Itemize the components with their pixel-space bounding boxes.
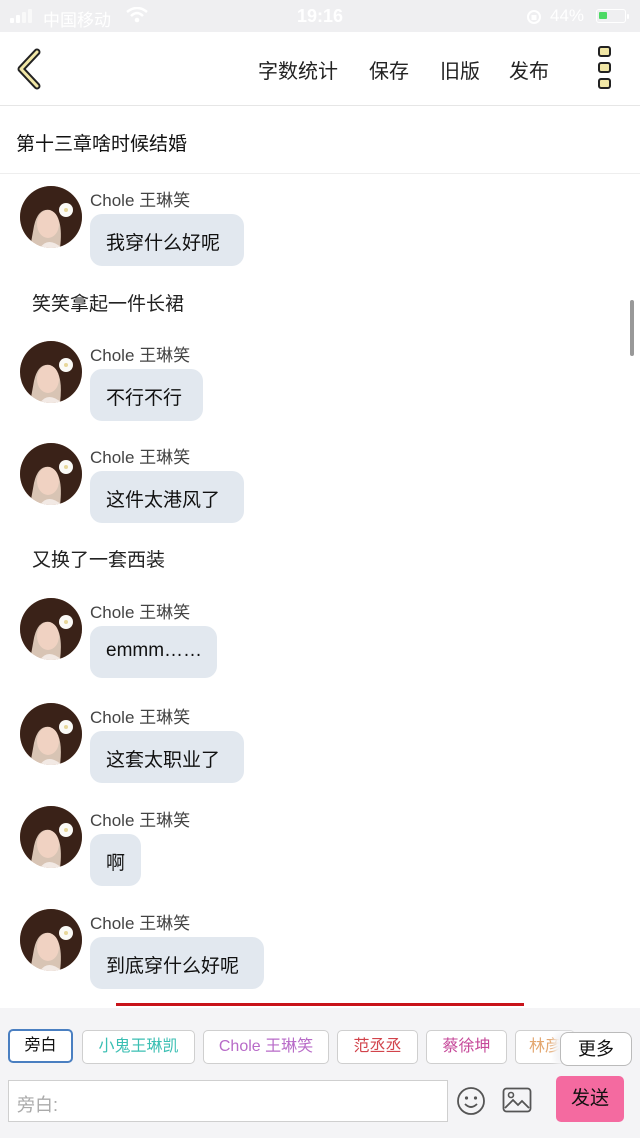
composer-panel: 旁白 小鬼王琳凯 Chole 王琳笑 范丞丞 蔡徐坤 林彦 更多 旁白: 发送 [0,1008,640,1138]
avatar[interactable] [20,186,82,248]
back-icon[interactable] [14,48,44,90]
sender-name: Chole 王琳笑 [90,191,191,210]
sender-name: Chole 王琳笑 [90,346,191,365]
old-version-button[interactable]: 旧版 [440,55,480,84]
send-button[interactable]: 发送 [556,1076,624,1122]
message-bubble[interactable]: emmm…… [90,626,217,678]
chapter-title: 第十三章啥时候结婚 [16,134,188,155]
divider-line [116,1003,524,1006]
sender-name: Chole 王琳笑 [90,914,191,933]
image-icon[interactable] [502,1087,532,1113]
save-button[interactable]: 保存 [369,55,409,84]
status-bar: 中国移动 19:16 44% [0,0,640,32]
word-count-button[interactable]: 字数统计 [258,55,338,84]
publish-button[interactable]: 发布 [509,55,549,84]
avatar[interactable] [20,598,82,660]
sender-name: Chole 王琳笑 [90,603,191,622]
avatar[interactable] [20,909,82,971]
message-bubble[interactable]: 啊 [90,834,141,886]
more-roles-button[interactable]: 更多 [560,1032,632,1066]
role-chip[interactable]: Chole 王琳笑 [203,1030,329,1064]
message-bubble[interactable]: 这套太职业了 [90,731,244,783]
message-bubble[interactable]: 不行不行 [90,369,203,421]
message-bubble[interactable]: 这件太港风了 [90,471,244,523]
role-chip[interactable]: 范丞丞 [337,1030,418,1064]
battery-icon [596,9,629,23]
sender-name: Chole 王琳笑 [90,811,191,830]
role-chip[interactable]: 旁白 [8,1029,73,1063]
avatar[interactable] [20,703,82,765]
sender-name: Chole 王琳笑 [90,448,191,467]
message-bubble[interactable]: 到底穿什么好呢 [90,937,264,989]
emoji-icon[interactable] [456,1086,486,1116]
narration-text: 笑笑拿起一件长裙 [32,294,185,315]
avatar[interactable] [20,341,82,403]
chapter-title-bar[interactable]: 第十三章啥时候结婚 [0,106,640,174]
rotation-lock-icon [527,10,541,24]
narration-text: 又换了一套西装 [32,550,166,571]
clock: 19:16 [296,6,344,26]
sender-name: Chole 王琳笑 [90,708,191,727]
message-bubble[interactable]: 我穿什么好呢 [90,214,244,266]
more-menu-icon[interactable] [596,46,614,92]
avatar[interactable] [20,443,82,505]
message-input[interactable]: 旁白: [8,1080,448,1122]
scrollbar[interactable] [630,300,634,356]
role-chip[interactable]: 小鬼王琳凯 [82,1030,195,1064]
battery-percent: 44% [550,6,585,25]
top-toolbar: 字数统计 保存 旧版 发布 [0,32,640,106]
role-chip[interactable]: 蔡徐坤 [426,1030,507,1064]
avatar[interactable] [20,806,82,868]
